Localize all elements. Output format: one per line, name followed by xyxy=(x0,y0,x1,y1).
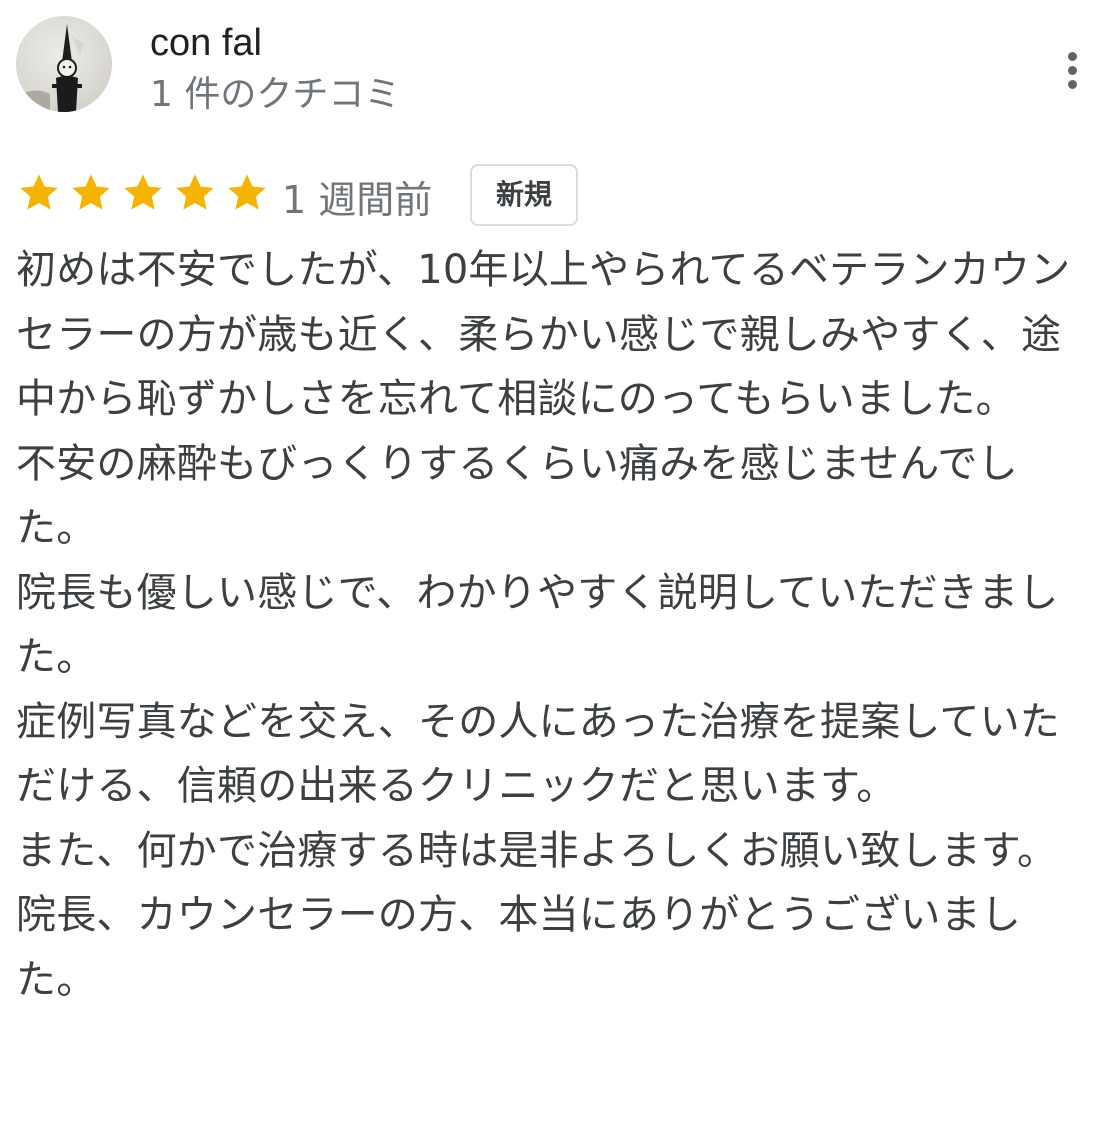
review-header: con fal 1 件のクチコミ xyxy=(0,0,1100,130)
review-paragraph: 院長も優しい感じで、わかりやすく説明していただきました。 xyxy=(16,569,1059,681)
rating-row: 1 週間前 新規 xyxy=(0,160,1100,240)
review-paragraph: 初めは不安でしたが、10年以上やられてるベテランカウンセラーの方が歳も近く、柔ら… xyxy=(16,247,1071,422)
review-body: 初めは不安でしたが、10年以上やられてるベテランカウンセラーの方が歳も近く、柔ら… xyxy=(16,238,1094,1012)
star-icon xyxy=(224,170,270,230)
review-paragraph: 不安の麻酔もびっくりするくらい痛みを感じませんでした。 xyxy=(16,440,1018,552)
review-paragraph: 症例写真などを交え、その人にあった治療を提案していただける、信頼の出来るクリニッ… xyxy=(16,698,1060,810)
star-icon xyxy=(172,170,218,230)
star-icon xyxy=(120,170,166,230)
star-icon xyxy=(68,170,114,230)
reviewer-avatar[interactable] xyxy=(16,16,112,112)
star-rating xyxy=(16,170,270,230)
review-paragraph: 院長、カウンセラーの方、本当にありがとうございました。 xyxy=(16,892,1021,1003)
star-icon xyxy=(16,170,62,230)
more-options-button[interactable] xyxy=(1050,46,1094,96)
reviewer-review-count[interactable]: 1 件のクチコミ xyxy=(150,70,400,120)
new-badge: 新規 xyxy=(470,164,578,226)
review-paragraph: また、何かで治療する時は是非よろしくお願い致します。 xyxy=(16,827,1058,874)
avatar-photo xyxy=(16,24,84,112)
reviewer-name[interactable]: con fal xyxy=(150,18,262,68)
review-time: 1 週間前 xyxy=(282,178,433,222)
